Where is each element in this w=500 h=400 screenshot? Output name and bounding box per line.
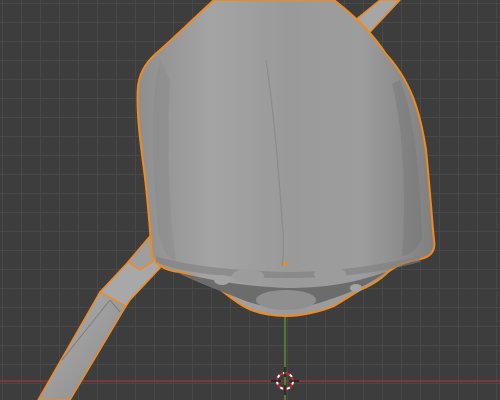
viewport-scene[interactable] <box>0 0 500 400</box>
hood-mesh[interactable] <box>136 0 436 318</box>
left-arm-mesh[interactable] <box>37 235 161 400</box>
3d-viewport[interactable] <box>0 0 500 400</box>
object-origin-icon <box>283 262 287 266</box>
